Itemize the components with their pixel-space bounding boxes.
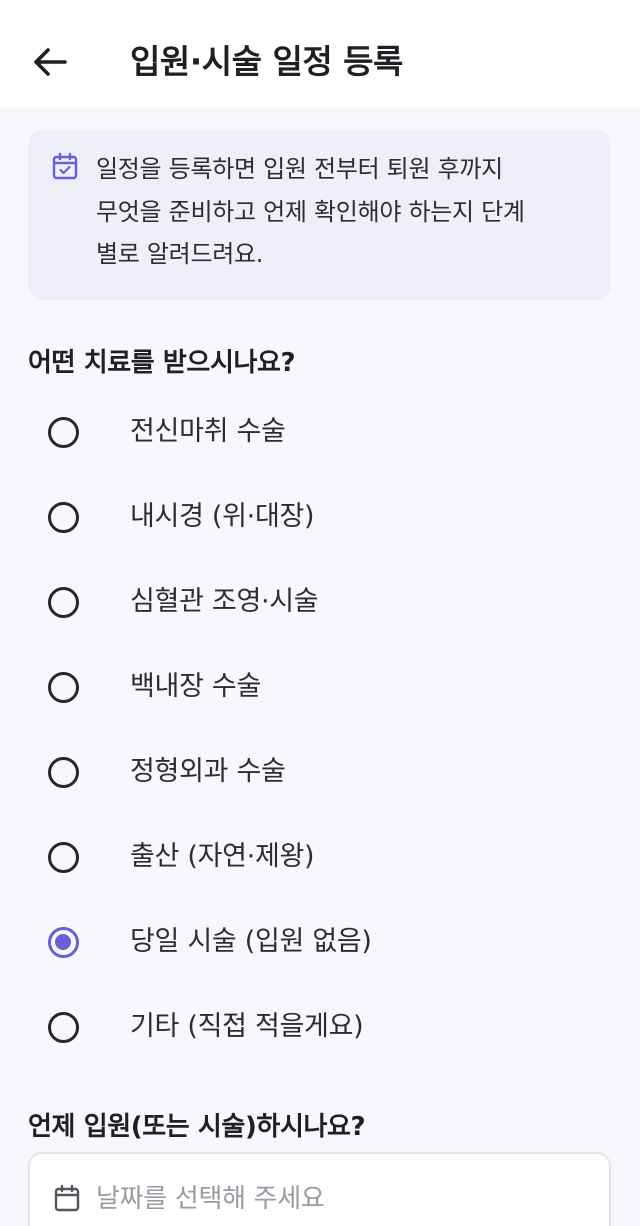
treatment-option[interactable]: 심혈관 조영·시술 [0,560,640,645]
option-label: 내시경 (위·대장) [130,501,315,532]
treatment-option-selected[interactable]: 당일 시술 (입원 없음) [0,900,640,985]
page-title: 입원·시술 일정 등록 [130,42,403,81]
calendar-icon [54,1184,80,1212]
treatment-question: 어떤 치료를 받으시나요? [28,348,296,378]
treatment-option[interactable]: 기타 (직접 적을게요) [0,985,640,1070]
schedule-question: 언제 입원(또는 시술)하시나요? [28,1112,366,1142]
radio-button[interactable] [48,757,79,788]
notice-line: 일정을 등록하면 입원 전부터 퇴원 후까지 [96,155,503,183]
radio-button[interactable] [48,502,79,533]
radio-button[interactable] [48,672,79,703]
treatment-option[interactable]: 전신마취 수술 [0,390,640,475]
treatment-option[interactable]: 백내장 수술 [0,645,640,730]
app-bar: 입원·시술 일정 등록 [0,0,640,108]
radio-button[interactable] [48,842,79,873]
option-label: 심혈관 조영·시술 [130,586,319,617]
option-label: 정형외과 수술 [130,756,286,787]
date-picker-field[interactable]: 날짜를 선택해 주세요 [28,1152,611,1226]
treatment-option[interactable]: 정형외과 수술 [0,730,640,815]
option-label: 출산 (자연·제왕) [130,841,315,872]
notice-line: 별로 알려드려요. [96,240,264,268]
calendar-check-icon [52,152,78,180]
option-label: 기타 (직접 적을게요) [130,1011,364,1042]
info-notice: 일정을 등록하면 입원 전부터 퇴원 후까지 무엇을 준비하고 언제 확인해야 … [28,130,611,300]
radio-button-selected[interactable] [48,927,79,958]
treatment-radio-group: 전신마취 수술 내시경 (위·대장) 심혈관 조영·시술 백내장 수술 정형외과… [0,390,640,1070]
treatment-option[interactable]: 내시경 (위·대장) [0,475,640,560]
arrow-left-icon [34,48,67,76]
notice-text: 일정을 등록하면 입원 전부터 퇴원 후까지 무엇을 준비하고 언제 확인해야 … [96,148,596,276]
radio-button[interactable] [48,1012,79,1043]
date-placeholder: 날짜를 선택해 주세요 [96,1184,325,1214]
option-label: 전신마취 수술 [130,416,286,447]
radio-button[interactable] [48,587,79,618]
back-button[interactable] [26,38,74,86]
option-label: 당일 시술 (입원 없음) [130,926,372,957]
option-label: 백내장 수술 [130,671,261,702]
radio-button[interactable] [48,417,79,448]
notice-line: 무엇을 준비하고 언제 확인해야 하는지 단계 [96,197,525,226]
treatment-option[interactable]: 출산 (자연·제왕) [0,815,640,900]
